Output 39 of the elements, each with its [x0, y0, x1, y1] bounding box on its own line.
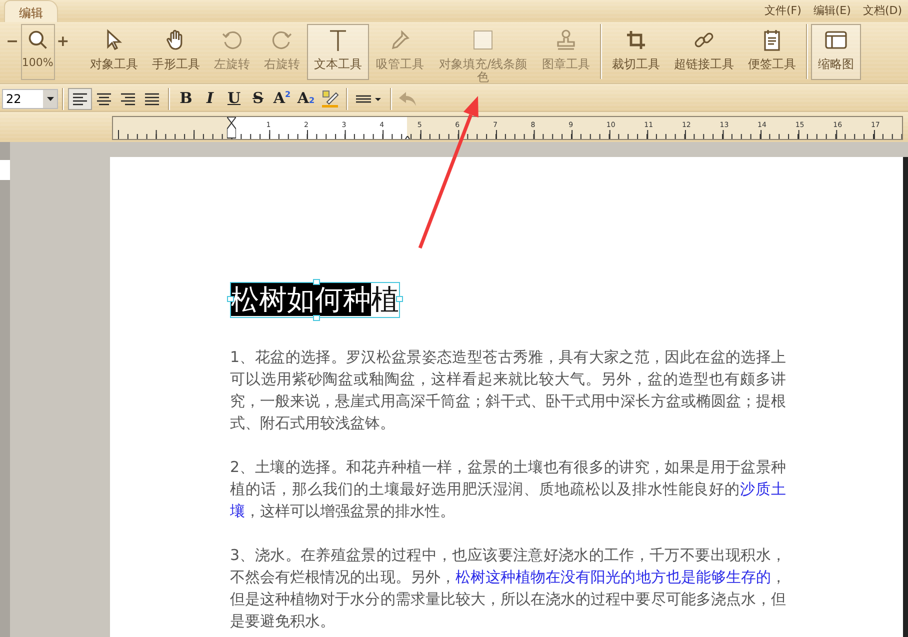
- tool-button[interactable]: 裁切工具: [605, 24, 668, 80]
- indent-marker-icon[interactable]: [227, 117, 236, 139]
- tool-button[interactable]: 超链接工具: [667, 24, 742, 80]
- paragraph: 3、浇水。在养殖盆景的过程中，也应该要注意好浇水的工作，千万不要出现积水，不然会有烂根情况的出现。另外，松树这种植物在没有阳光的地方也是能够生存的，但是这种植物对于水分的需求量比较大，所以在浇水的过程中要尽可能多浇点水，但是要避免积水。: [230, 545, 786, 632]
- resize-handle[interactable]: [313, 315, 320, 321]
- align-left-icon: [72, 92, 88, 106]
- bold-button[interactable]: B: [174, 88, 198, 110]
- align-right-icon: [120, 92, 136, 106]
- paragraph: 1、花盆的选择。罗汉松盆景姿态造型苍古秀雅，具有大家之范，因此在盆的选择上可以选用紫砂陶盆或釉陶盆，这样看起来就比较大气。另外，盆的造型也有颇多讲究，一般来说，悬崖式用高深千筒盆；斜干式、卧干式用中深长方盆或椭圆盆；提根式、附石式用较浅盆钵。: [230, 347, 786, 434]
- highlighter-icon: [321, 90, 339, 108]
- caret-icon: [46, 96, 54, 100]
- menu-item[interactable]: 文件(F): [758, 0, 808, 22]
- resize-handle[interactable]: [396, 296, 403, 302]
- line-spacing-icon: [356, 94, 382, 104]
- tool-button[interactable]: 对象工具: [83, 24, 146, 80]
- zoom-button[interactable]: 100%: [20, 24, 55, 80]
- document-title[interactable]: 松树如何种植: [230, 282, 400, 318]
- tab[interactable]: 编辑: [4, 0, 58, 22]
- paragraph: 2、土壤的选择。和花卉种植一样，盆景的土壤也有很多的讲究，如果是用于盆景种植的话，那么我们的土壤最好选用肥沃湿润、质地疏松以及排水性能良好的沙质土壤，这样可以增强盆景的排水性。: [230, 457, 786, 522]
- menu-item[interactable]: 文档(D): [856, 0, 908, 22]
- align-center-icon: [96, 92, 112, 106]
- menu-item[interactable]: 编辑(E): [807, 0, 857, 22]
- search-icon: [26, 29, 49, 51]
- zoom-out-button[interactable]: −: [4, 24, 21, 52]
- strike-button[interactable]: S: [246, 88, 270, 110]
- square-icon: [471, 28, 496, 52]
- align-left-button[interactable]: [68, 88, 92, 110]
- zoom-in-button[interactable]: +: [54, 24, 72, 52]
- tool-button[interactable]: 缩略图: [811, 24, 862, 80]
- font-size-field[interactable]: 22: [2, 88, 58, 108]
- tool-button[interactable]: 便签工具: [741, 24, 804, 80]
- resize-handle[interactable]: [313, 279, 320, 285]
- tool-button[interactable]: 手形工具: [145, 24, 208, 80]
- italic-button[interactable]: I: [198, 88, 222, 110]
- tool-button[interactable]: 文本工具: [307, 24, 370, 80]
- underline-button[interactable]: U: [222, 88, 246, 110]
- thumbnail-icon: [824, 28, 848, 52]
- super-button[interactable]: A$^{2}$: [270, 88, 294, 110]
- align-justify-icon: [144, 92, 160, 106]
